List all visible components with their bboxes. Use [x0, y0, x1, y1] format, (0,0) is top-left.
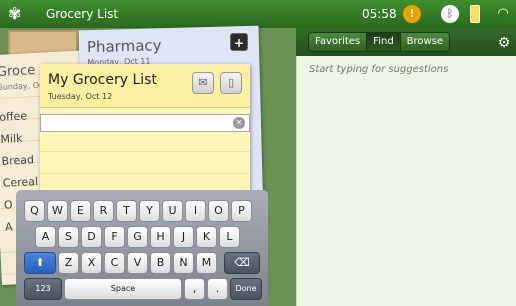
key-x[interactable]: X: [81, 252, 102, 274]
note-title: Pharmacy: [86, 36, 162, 57]
key-o[interactable]: O: [208, 200, 229, 222]
list-item: O: [3, 198, 13, 212]
settings-gear-icon[interactable]: ⚙: [494, 33, 514, 53]
key-w[interactable]: W: [47, 200, 68, 222]
list-item: Bread: [1, 153, 35, 168]
key-b[interactable]: B: [150, 252, 171, 274]
list-item: offee: [0, 109, 28, 124]
key-g[interactable]: G: [127, 226, 148, 248]
right-toolbar: Favorites Find Browse: [296, 28, 516, 56]
key-f[interactable]: F: [104, 226, 125, 248]
list-item: A: [4, 220, 13, 234]
key-c[interactable]: C: [104, 252, 125, 274]
tab-browse[interactable]: Browse: [400, 33, 450, 51]
key-q[interactable]: Q: [24, 200, 45, 222]
view-tabs: Favorites Find Browse: [308, 32, 451, 52]
battery-icon: [470, 5, 480, 23]
key-u[interactable]: U: [162, 200, 183, 222]
app-icon[interactable]: ✾: [8, 5, 21, 23]
clear-icon[interactable]: ✕: [233, 117, 245, 129]
status-time: 05:58: [362, 7, 397, 21]
warning-icon[interactable]: !: [403, 5, 421, 23]
note-date: Sunday, Oc: [0, 80, 44, 92]
period-key[interactable]: .: [207, 278, 228, 300]
key-n[interactable]: N: [173, 252, 194, 274]
note-date: Tuesday, Oct 12: [48, 92, 113, 101]
email-button[interactable]: ✉: [192, 72, 214, 94]
key-p[interactable]: P: [231, 200, 252, 222]
list-item: Cereal: [2, 174, 39, 190]
key-m[interactable]: M: [196, 252, 217, 274]
comma-key[interactable]: ,: [184, 278, 205, 300]
item-input-box: ✕: [40, 114, 250, 136]
suggestions-panel: Start typing for suggestions: [296, 56, 516, 306]
key-s[interactable]: S: [58, 226, 79, 248]
key-j[interactable]: J: [173, 226, 194, 248]
status-bar: ✾ Grocery List 05:58 ! ᛒ ◠: [0, 0, 516, 28]
note-header: My Grocery List Tuesday, Oct 12 ✉ ▯: [40, 64, 250, 108]
shift-arrow-icon: ⬆: [35, 256, 45, 269]
delete-button[interactable]: ▯: [220, 72, 242, 94]
key-t[interactable]: T: [116, 200, 137, 222]
note-title: Groce: [0, 62, 36, 80]
key-v[interactable]: V: [127, 252, 148, 274]
tab-find[interactable]: Find: [367, 33, 401, 51]
on-screen-keyboard: Q W E R T Y U I O P A S D F G H J K L ⬆ …: [16, 190, 268, 306]
backspace-key[interactable]: ⌫: [224, 252, 260, 274]
key-h[interactable]: H: [150, 226, 171, 248]
key-z[interactable]: Z: [58, 252, 79, 274]
key-d[interactable]: D: [81, 226, 102, 248]
key-k[interactable]: K: [196, 226, 217, 248]
bluetooth-icon: ᛒ: [441, 5, 459, 23]
key-y[interactable]: Y: [139, 200, 160, 222]
key-a[interactable]: A: [35, 226, 56, 248]
key-e[interactable]: E: [70, 200, 91, 222]
tab-favorites[interactable]: Favorites: [309, 33, 368, 51]
space-key[interactable]: Space: [64, 278, 182, 300]
mail-icon: ✉: [198, 76, 208, 89]
add-note-button[interactable]: +: [230, 33, 248, 51]
wifi-icon: ◠: [497, 6, 509, 21]
key-r[interactable]: R: [93, 200, 114, 222]
shift-key[interactable]: ⬆: [24, 252, 56, 274]
done-key[interactable]: Done: [230, 278, 262, 300]
trash-icon: ▯: [227, 76, 235, 89]
note-my-grocery-list[interactable]: My Grocery List Tuesday, Oct 12 ✉ ▯ ✕: [40, 64, 250, 196]
backspace-icon: ⌫: [234, 256, 250, 269]
suggestions-hint: Start typing for suggestions: [309, 64, 449, 75]
key-i[interactable]: I: [185, 200, 206, 222]
app-title: Grocery List: [46, 7, 119, 21]
list-item: Milk: [0, 131, 23, 146]
note-title: My Grocery List: [48, 72, 157, 88]
key-l[interactable]: L: [219, 226, 240, 248]
item-input[interactable]: [41, 119, 221, 136]
numbers-key[interactable]: 123: [24, 278, 62, 300]
